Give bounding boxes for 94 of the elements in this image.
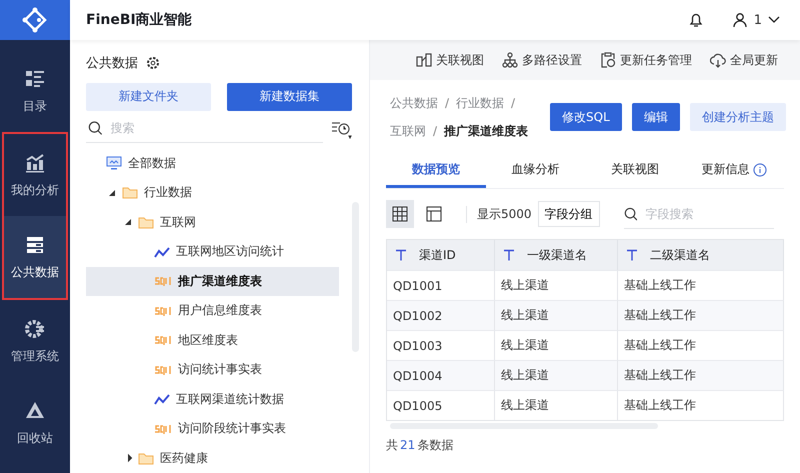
search-field[interactable]: 搜索 [108,120,323,136]
table-cell: QD1001 [387,270,495,300]
chart-icon [24,152,46,174]
row-limit-label: 显示5000 [466,206,532,222]
sql-icon [154,364,172,376]
gear-icon [24,318,46,340]
line-chart-icon [154,393,170,406]
text-type-icon [503,249,515,261]
cloud-icon [710,52,726,68]
breadcrumb-item[interactable]: 互联网 [390,122,426,140]
table-cell: 基础上线工作 [618,360,784,390]
grid-icon [392,206,408,222]
clipboard-icon [600,52,616,68]
action-button[interactable]: 编辑 [632,103,680,131]
folder-icon [122,186,138,200]
create-topic-button[interactable]: 创建分析主题 [690,103,786,131]
app-title: FineBI商业智能 [86,11,193,29]
action-button[interactable]: 修改SQL [550,103,622,131]
grid-view-button[interactable] [386,200,414,228]
breadcrumb-item: 推广渠道维度表 [444,123,528,140]
tree-item[interactable]: 推广渠道维度表 [86,266,339,296]
table-cell: 基础上线工作 [618,270,784,300]
sql-icon [154,422,172,435]
field-group-button[interactable]: 字段分组 [538,201,600,227]
folder-icon [138,216,154,229]
expand-arrow-icon[interactable] [124,218,132,226]
table-cell: 线上渠道 [495,270,618,300]
table-cell: 线上渠道 [495,300,618,330]
search-icon [624,206,638,222]
table-cell: 基础上线工作 [618,390,784,420]
tree-item[interactable]: 访问统计事实表 [86,355,339,384]
expand-arrow-icon[interactable] [108,188,116,197]
toolbar-button[interactable]: 多路径设置 [502,52,582,68]
user-name[interactable]: 1 [754,12,762,28]
monitor-icon [106,156,122,170]
nav-item[interactable]: 我的分析 [4,134,66,216]
nav-item[interactable]: 管理系统 [0,300,70,382]
toolbar-button[interactable]: 关联视图 [416,52,484,68]
toolbar-button[interactable]: 更新任务管理 [600,52,692,68]
nav-item[interactable]: 回收站 [0,382,70,464]
tree-item[interactable]: 用户信息维度表 [86,296,339,326]
tree-item[interactable]: 全部数据 [86,148,339,178]
tab[interactable]: 更新信息 [684,154,784,188]
nav-item[interactable]: 公共数据 [4,216,66,298]
row-count: 共 21 条数据 [386,437,454,454]
panel-title: 公共数据 [86,55,138,72]
user-icon[interactable] [732,12,748,28]
column-header[interactable]: 二级渠道名 [618,240,784,270]
breadcrumb-item[interactable]: 行业数据 [456,94,504,112]
new-folder-button[interactable]: 新建文件夹 [86,82,211,110]
breadcrumb-separator: / [433,123,438,140]
folder-icon [138,452,154,465]
layout-icon [426,206,442,222]
text-type-icon [626,249,638,261]
new-dataset-button[interactable]: 新建数据集 [227,82,352,110]
table-cell: 线上渠道 [495,390,618,420]
breadcrumb-item[interactable]: 公共数据 [390,94,438,112]
info-icon [753,162,768,176]
sql-icon [154,304,172,317]
tree-item[interactable]: 互联网地区访问统计 [86,237,339,266]
tab[interactable]: 关联视图 [585,154,684,188]
hierarchy-icon [502,52,518,68]
nav-item[interactable]: 目录 [0,50,70,132]
tab[interactable]: 血缘分析 [486,154,585,188]
chevron-down-icon[interactable] [768,16,780,24]
column-header[interactable]: 一级渠道名 [495,240,618,270]
field-search-field[interactable]: 字段搜索 [643,206,774,222]
table-cell: 线上渠道 [495,360,618,390]
table-cell: 基础上线工作 [618,330,784,360]
table-cell: QD1004 [387,360,495,390]
settings-icon[interactable] [146,56,160,70]
tab[interactable]: 数据预览 [386,154,486,188]
tree-item[interactable]: 互联网渠道统计数据 [86,384,339,414]
tree-item[interactable]: 行业数据 [86,178,339,208]
breadcrumb-separator: / [445,95,450,112]
text-type-icon [395,249,407,261]
tree-item[interactable]: 医药健康 [86,444,339,473]
table-cell: 线上渠道 [495,330,618,360]
bell-icon[interactable] [688,12,704,28]
tree-item[interactable]: 互联网 [86,208,339,237]
tree-item[interactable]: 地区维度表 [86,326,339,355]
breadcrumb-separator: / [511,95,516,112]
table-cell: 基础上线工作 [618,300,784,330]
link-icon [416,52,432,68]
table-cell: QD1002 [387,300,495,330]
sql-icon [154,275,172,288]
column-header[interactable]: 渠道ID [387,240,495,270]
table-cell: QD1003 [387,330,495,360]
table-cell: QD1005 [387,390,495,420]
tree-item[interactable]: 访问阶段统计事实表 [86,414,339,444]
search-icon [88,120,103,136]
sql-icon [154,334,172,346]
toolbar-button[interactable]: 全局更新 [710,52,778,68]
line-chart-icon [154,246,170,258]
